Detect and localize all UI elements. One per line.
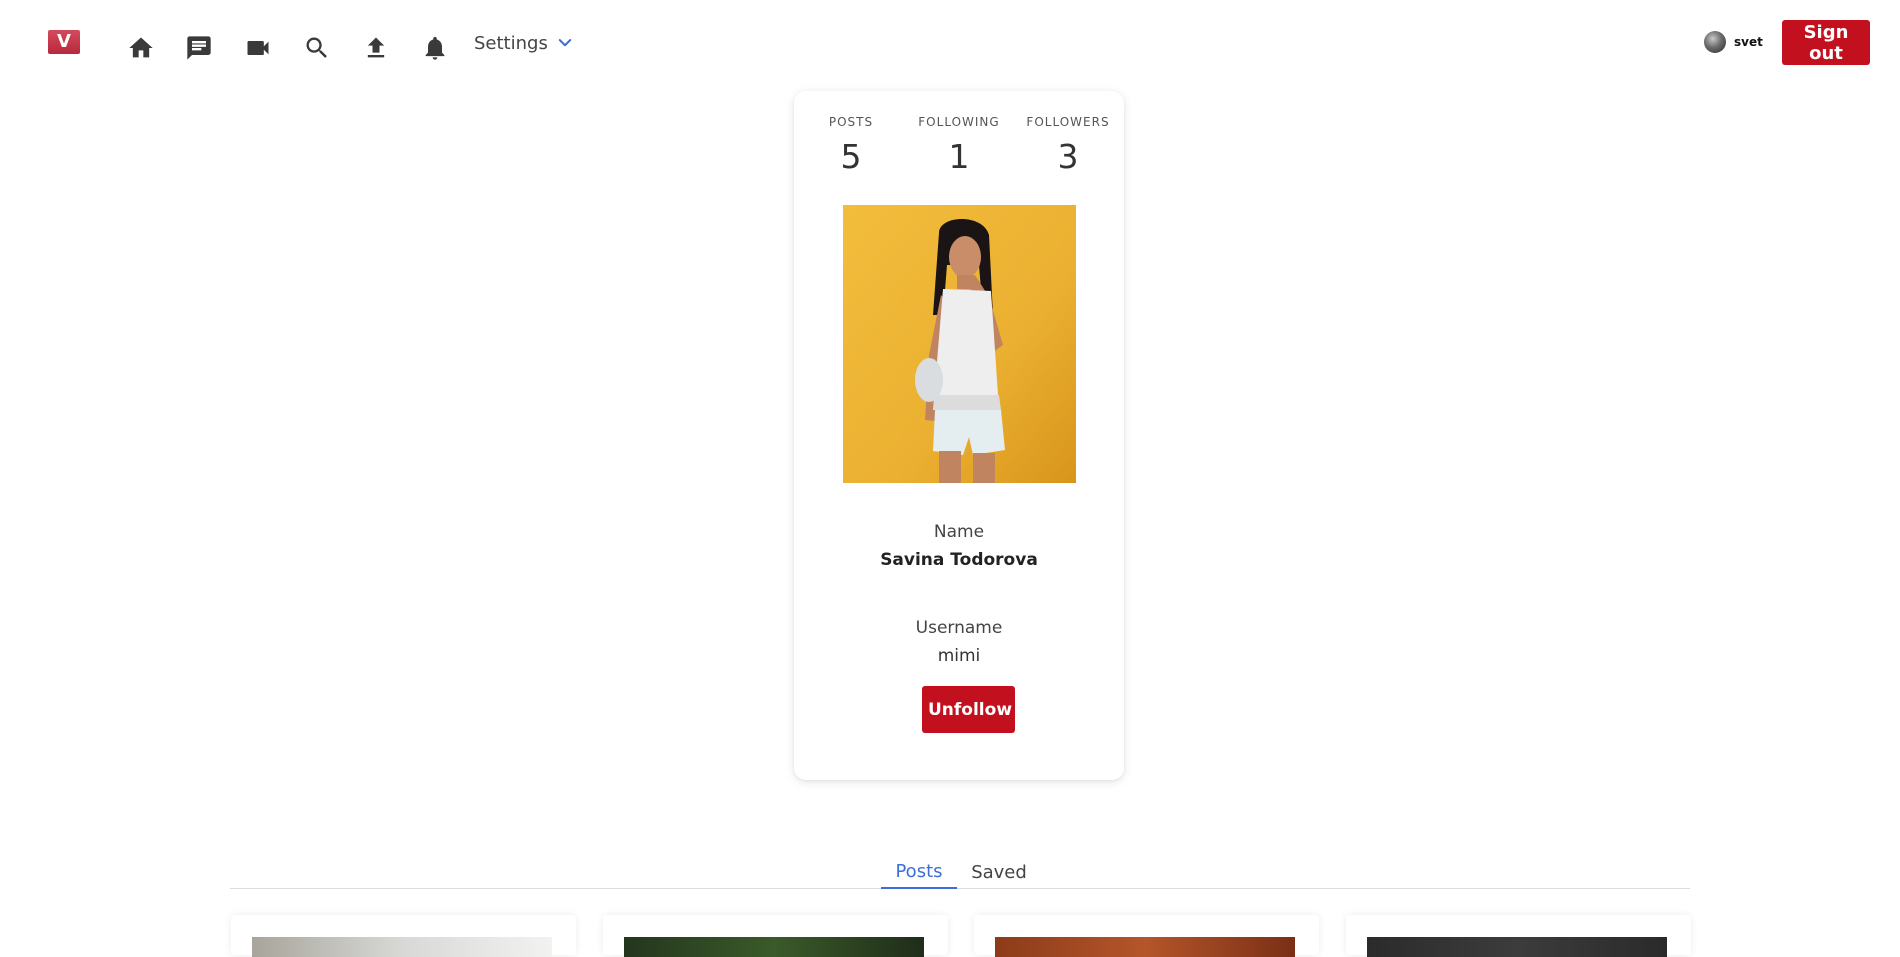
stat-posts[interactable]: POSTS 5 (796, 115, 906, 176)
search-icon[interactable] (302, 33, 332, 63)
stat-value: 5 (840, 137, 862, 176)
post-thumbnail (624, 937, 924, 957)
tabs-divider (230, 888, 1690, 889)
profile-card: POSTS 5 FOLLOWING 1 FOLLOWERS 3 Name Sav… (794, 91, 1124, 780)
avatar (1704, 31, 1726, 53)
current-user[interactable]: svet (1704, 30, 1763, 54)
logo[interactable]: V (48, 30, 80, 54)
name-value: Savina Todorova (880, 550, 1038, 570)
upload-icon[interactable] (361, 33, 391, 63)
user-name: svet (1734, 35, 1763, 49)
notifications-icon[interactable] (420, 33, 450, 63)
username-label: Username (915, 618, 1003, 638)
stat-following[interactable]: FOLLOWING 1 (904, 115, 1014, 176)
stat-label: POSTS (828, 115, 874, 129)
post-thumbnail (252, 937, 552, 957)
post-card[interactable] (974, 915, 1319, 957)
chevron-down-icon (558, 39, 572, 47)
post-thumbnail (995, 937, 1295, 957)
stat-value: 1 (948, 137, 970, 176)
post-card[interactable] (231, 915, 576, 957)
tab-posts[interactable]: Posts (881, 855, 957, 889)
stat-value: 3 (1057, 137, 1079, 176)
logo-letter: V (57, 31, 71, 52)
profile-photo (843, 205, 1076, 483)
settings-label: Settings (474, 32, 548, 54)
stat-label: FOLLOWERS (1026, 115, 1110, 129)
tab-saved[interactable]: Saved (964, 855, 1034, 889)
settings-dropdown[interactable]: Settings (474, 28, 574, 58)
stat-followers[interactable]: FOLLOWERS 3 (1013, 115, 1123, 176)
video-icon[interactable] (243, 33, 273, 63)
username-value: mimi (937, 646, 981, 666)
post-thumbnail (1367, 937, 1667, 957)
unfollow-button[interactable]: Unfollow (922, 686, 1015, 733)
top-navbar: V Settings svet Sign out (0, 0, 1900, 86)
name-label: Name (933, 522, 985, 542)
home-icon[interactable] (126, 33, 156, 63)
stat-label: FOLLOWING (918, 115, 1000, 129)
post-card[interactable] (603, 915, 948, 957)
post-card[interactable] (1346, 915, 1691, 957)
messages-icon[interactable] (184, 33, 214, 63)
sign-out-button[interactable]: Sign out (1782, 20, 1870, 65)
